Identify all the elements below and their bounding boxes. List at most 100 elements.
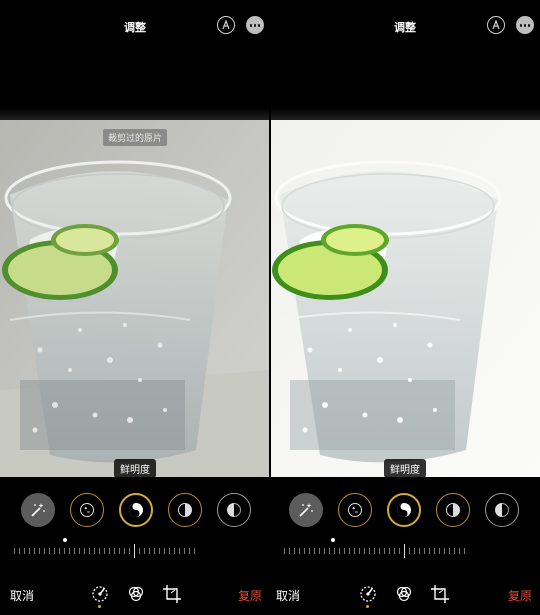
slider-tick — [69, 548, 70, 554]
shadows-icon[interactable] — [485, 493, 519, 527]
slider-tick — [184, 548, 185, 554]
highlights-icon[interactable] — [436, 493, 470, 527]
adjust-dial-icon[interactable] — [358, 584, 378, 604]
magic-wand-icon[interactable] — [21, 493, 55, 527]
slider-tick — [64, 548, 65, 554]
slider-tick — [394, 548, 395, 554]
cropped-original-label: 裁剪过的原片 — [102, 129, 167, 146]
bottom-toolbar: 取消 复原 — [0, 584, 270, 608]
slider-center-tick — [404, 544, 406, 558]
slider-tick — [289, 548, 290, 554]
highlights-icon[interactable] — [168, 493, 202, 527]
slider-center-tick — [134, 544, 136, 558]
auto-enhance-icon[interactable] — [487, 16, 505, 34]
slider-zero-marker — [331, 538, 335, 542]
slider-tick — [304, 548, 305, 554]
slider-tick — [104, 548, 105, 554]
slider-tick — [149, 548, 150, 554]
slider-tick — [154, 548, 155, 554]
slider-tick — [34, 548, 35, 554]
more-ellipsis-icon[interactable] — [246, 16, 264, 34]
slider-tick — [359, 548, 360, 554]
filters-icon[interactable] — [126, 584, 146, 604]
slider-tick — [139, 548, 140, 554]
slider-tick — [399, 548, 400, 554]
slider-tick — [314, 548, 315, 554]
brilliance-icon[interactable] — [119, 493, 153, 527]
slider-tick — [459, 548, 460, 554]
slider-tick — [94, 548, 95, 554]
slider-tick — [49, 548, 50, 554]
slider-tick — [24, 548, 25, 554]
slider-tick — [384, 548, 385, 554]
slider-tick — [364, 548, 365, 554]
slider-tick — [79, 548, 80, 554]
slider-tick — [284, 548, 285, 554]
slider-tick — [299, 548, 300, 554]
slider-tick — [369, 548, 370, 554]
slider-tick — [419, 548, 420, 554]
brilliance-icon[interactable] — [387, 493, 421, 527]
adjust-dial-icon[interactable] — [90, 584, 110, 604]
slider-zero-marker — [63, 538, 67, 542]
slider-tick — [344, 548, 345, 554]
slider-tick — [349, 548, 350, 554]
cancel-button[interactable]: 取消 — [10, 587, 34, 604]
photo-top-shadow — [0, 108, 270, 120]
photo-top-shadow — [270, 108, 540, 120]
adjustment-slider[interactable] — [284, 538, 465, 558]
slider-tick — [194, 548, 195, 554]
slider-tick — [19, 548, 20, 554]
filters-icon[interactable] — [394, 584, 414, 604]
slider-tick — [409, 548, 410, 554]
more-ellipsis-icon[interactable] — [516, 16, 534, 34]
slider-tick — [454, 548, 455, 554]
slider-tick — [129, 548, 130, 554]
slider-tick — [309, 548, 310, 554]
active-tab-indicator — [98, 605, 101, 608]
exposure-icon[interactable] — [338, 493, 372, 527]
magic-wand-icon[interactable] — [289, 493, 323, 527]
edit-panel-adjusted: 调整 鲜明度 取消 复原 — [270, 0, 540, 615]
crop-icon[interactable] — [430, 584, 450, 604]
slider-tick — [109, 548, 110, 554]
cancel-button[interactable]: 取消 — [276, 587, 300, 604]
adjustment-slider[interactable] — [14, 538, 195, 558]
slider-tick — [329, 548, 330, 554]
active-tab-indicator — [366, 605, 369, 608]
slider-tick — [354, 548, 355, 554]
revert-button[interactable]: 复原 — [508, 587, 532, 604]
slider-tick — [449, 548, 450, 554]
slider-tick — [339, 548, 340, 554]
photo-preview — [270, 120, 540, 477]
exposure-icon[interactable] — [70, 493, 104, 527]
panel-divider — [269, 0, 271, 615]
slider-tick — [114, 548, 115, 554]
photo-preview — [0, 120, 270, 477]
adjustment-name-label: 鲜明度 — [114, 459, 156, 478]
slider-tick — [119, 548, 120, 554]
slider-tick — [39, 548, 40, 554]
slider-tick — [334, 548, 335, 554]
adjustment-name-label: 鲜明度 — [384, 459, 426, 478]
slider-tick — [14, 548, 15, 554]
crop-icon[interactable] — [162, 584, 182, 604]
slider-tick — [84, 548, 85, 554]
slider-tick — [379, 548, 380, 554]
slider-tick — [44, 548, 45, 554]
slider-tick — [124, 548, 125, 554]
slider-tick — [99, 548, 100, 554]
shadows-icon[interactable] — [217, 493, 251, 527]
revert-button[interactable]: 复原 — [238, 587, 262, 604]
slider-tick — [464, 548, 465, 554]
slider-tick — [294, 548, 295, 554]
slider-tick — [439, 548, 440, 554]
slider-tick — [444, 548, 445, 554]
slider-tick — [179, 548, 180, 554]
slider-tick — [59, 548, 60, 554]
auto-enhance-icon[interactable] — [217, 16, 235, 34]
slider-tick — [54, 548, 55, 554]
edit-panel-original: 调整 裁剪过的原片 鲜明度 取消 复原 — [0, 0, 270, 615]
slider-tick — [74, 548, 75, 554]
slider-tick — [29, 548, 30, 554]
